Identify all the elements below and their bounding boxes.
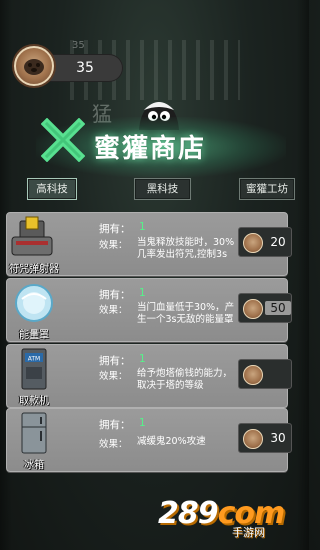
buy-button[interactable]: 30	[238, 423, 292, 453]
tab-badger-workshop[interactable]: 蜜獾工坊	[239, 178, 295, 200]
watermark-logo: 289com	[158, 496, 285, 531]
own-label: 拥有：	[99, 419, 131, 431]
effect-label: 效果：	[99, 371, 128, 382]
fridge-icon	[21, 412, 47, 454]
faded-count: 35	[72, 40, 85, 51]
effect-label: 效果：	[99, 439, 128, 450]
buy-button[interactable]	[238, 359, 292, 389]
item-name: 能量罩	[19, 330, 49, 341]
coin-icon	[243, 429, 263, 449]
coin-icon	[243, 365, 263, 385]
own-value: 1	[139, 353, 146, 365]
fridge-icon-box: 冰箱	[2, 411, 66, 471]
atm-icon: ATM	[21, 348, 47, 390]
effect-text: 减缓鬼20%攻速	[137, 436, 206, 447]
shop-title: 蜜獾商店	[94, 134, 207, 164]
energy-shield-icon-box: 能量罩	[2, 281, 66, 341]
own-label: 拥有：	[99, 223, 131, 235]
talisman-launcher-icon	[11, 216, 53, 256]
effect-text: 给予炮塔偷钱的能力，取决于塔的等级	[137, 368, 233, 391]
energy-shield-icon	[15, 284, 53, 322]
tab-black-tech[interactable]: 黑科技	[134, 178, 191, 200]
buy-button[interactable]: 20	[238, 227, 292, 257]
item-name: 冰箱	[24, 460, 44, 471]
own-value: 1	[139, 221, 146, 233]
effect-text: 当鬼释放技能时，30%几率发出符咒,控制3s	[137, 237, 235, 260]
badger-face-icon	[24, 59, 44, 75]
badger-avatar-coin-icon	[14, 46, 54, 86]
watermark-logo-number: 289	[158, 496, 219, 531]
watermark-subtitle: 手游网	[232, 526, 265, 539]
atm-label: ATM	[28, 356, 40, 363]
item-name: 符咒弹射器	[9, 264, 59, 275]
tab-high-tech[interactable]: 高科技	[27, 178, 77, 200]
coin-icon	[243, 233, 263, 253]
coin-icon	[243, 299, 263, 319]
effect-text: 当门血量低于30%，产生一个3s无敌的能量罩	[137, 302, 235, 325]
price: 30	[270, 431, 286, 445]
item-name: 取款机	[19, 396, 49, 407]
own-label: 拥有：	[99, 355, 131, 367]
coin-count: 35	[76, 60, 94, 76]
talisman-launcher-icon-box: 符咒弹射器	[2, 215, 66, 275]
effect-label: 效果：	[99, 305, 128, 316]
close-icon[interactable]	[41, 118, 85, 162]
buy-button[interactable]: 50	[238, 293, 292, 323]
own-value: 1	[139, 417, 146, 429]
own-label: 拥有：	[99, 289, 131, 301]
own-value: 1	[139, 287, 146, 299]
effect-label: 效果：	[99, 240, 128, 251]
atm-icon-box: ATM 取款机	[2, 347, 66, 407]
price: 50	[265, 301, 291, 315]
price: 20	[270, 235, 286, 249]
